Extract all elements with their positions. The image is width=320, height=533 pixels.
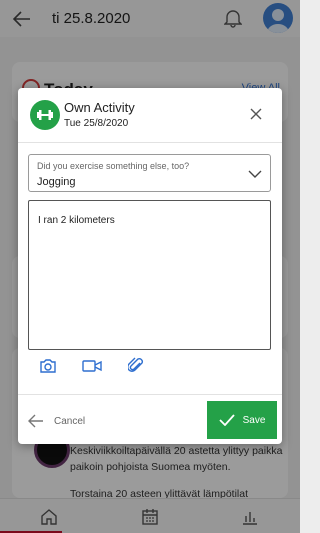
- back-arrow-icon: [28, 414, 43, 428]
- note-text: I ran 2 kilometers: [38, 215, 115, 226]
- cancel-label: Cancel: [54, 415, 86, 427]
- own-activity-dialog: Own Activity Tue 25/8/2020 Did you exerc…: [18, 88, 282, 444]
- dialog-title: Own Activity: [64, 100, 135, 115]
- cancel-button[interactable]: Cancel: [28, 408, 118, 434]
- camera-icon: [40, 359, 56, 373]
- activity-badge: [30, 100, 60, 130]
- dumbbell-icon: [37, 110, 53, 120]
- chevron-down-icon: [248, 167, 262, 181]
- close-button[interactable]: [246, 104, 266, 124]
- divider: [18, 142, 282, 143]
- save-button[interactable]: Save: [207, 401, 277, 439]
- video-button[interactable]: [82, 356, 102, 376]
- note-textarea[interactable]: I ran 2 kilometers: [28, 200, 271, 350]
- dialog-date: Tue 25/8/2020: [64, 118, 129, 129]
- checkmark-icon: [218, 414, 235, 426]
- exercise-select[interactable]: Did you exercise something else, too? Jo…: [28, 154, 271, 192]
- divider: [18, 394, 282, 395]
- save-label: Save: [242, 414, 266, 426]
- select-label: Did you exercise something else, too?: [37, 161, 190, 171]
- select-value: Jogging: [37, 176, 76, 188]
- close-icon: [250, 108, 262, 120]
- video-icon: [82, 360, 102, 372]
- camera-button[interactable]: [38, 356, 58, 376]
- paperclip-icon: [128, 357, 143, 372]
- attach-button[interactable]: [126, 356, 146, 376]
